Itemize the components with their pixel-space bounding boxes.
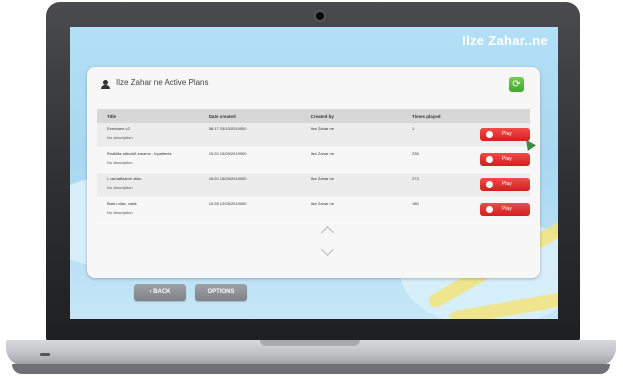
table-row[interactable]: Realitās stāvoklī-zarams - Inpatients No …: [97, 147, 530, 173]
row-action-cell: Play: [470, 123, 530, 148]
scroll-up-icon[interactable]: [321, 226, 334, 239]
row-title-cell: Exercises v2 No description: [97, 123, 199, 148]
user-icon: [101, 80, 110, 89]
row-date: 10:28 12/05/2019000: [198, 197, 301, 223]
screen: Ilze Zahar..ne Ilze Zahar ne Active Plan…: [70, 27, 558, 319]
play-label: Play: [502, 156, 512, 162]
row-action-cell: Play: [470, 147, 530, 173]
play-button[interactable]: Play: [480, 128, 530, 141]
scroll-down-icon[interactable]: [321, 243, 334, 256]
webcam-icon: [316, 12, 324, 20]
row-date: 08:17 03/10/2019000: [198, 123, 301, 148]
play-icon: [486, 131, 493, 138]
table-header-row: Title Date created Created by Times play…: [97, 109, 530, 123]
play-label: Play: [502, 181, 512, 187]
plans-table: Title Date created Created by Times play…: [97, 109, 530, 223]
row-title-cell: Realitās stāvoklī-zarams - Inpatients No …: [97, 147, 199, 173]
status-led-icon: [40, 353, 50, 356]
row-created-by: Ilze Zahar ne: [300, 147, 403, 173]
back-button[interactable]: ‹ BACK: [134, 284, 186, 301]
row-created-by: Ilze Zahar ne: [300, 123, 403, 148]
row-subtitle: No description: [107, 210, 133, 215]
row-title: Realitās stāvoklī-zarams - Inpatients: [107, 151, 172, 156]
play-button[interactable]: Play: [480, 153, 530, 166]
row-title: Bartu ollav, vairā: [107, 201, 137, 206]
row-date: 15:20 15/09/2019000: [198, 147, 301, 173]
panel-header: Ilze Zahar ne Active Plans ⟳: [87, 67, 540, 101]
row-action-cell: Play: [470, 197, 530, 223]
row-title: L usmathlame ollav: [107, 176, 142, 181]
table-row[interactable]: Exercises v2 No description 08:17 03/10/2…: [97, 123, 530, 148]
column-header-created-by: Created by: [300, 109, 403, 123]
laptop-hinge-notch: [260, 340, 360, 346]
row-times-played: 273: [402, 172, 470, 198]
column-header-action: [470, 109, 530, 123]
row-date: 15:20 15/05/2019000: [198, 172, 301, 198]
table-row[interactable]: Bartu ollav, vairā No description 10:28 1…: [97, 197, 530, 223]
row-subtitle: No description: [107, 185, 133, 190]
play-label: Play: [502, 206, 512, 212]
row-times-played: 1: [402, 123, 470, 148]
row-times-played: 180: [402, 197, 470, 223]
table-row[interactable]: L usmathlame ollav No description 15:20 1…: [97, 172, 530, 198]
play-label: Play: [502, 131, 512, 137]
brand-logo: Ilze Zahar..ne: [462, 33, 548, 48]
row-subtitle: No description: [107, 160, 133, 165]
row-subtitle: No description: [107, 135, 133, 140]
column-header-title: Title: [97, 109, 199, 123]
column-header-date: Date created: [198, 109, 301, 123]
active-plans-panel: Ilze Zahar ne Active Plans ⟳ Title Date …: [87, 67, 540, 278]
refresh-button[interactable]: ⟳: [509, 77, 524, 92]
panel-title: Ilze Zahar ne Active Plans: [116, 78, 209, 87]
column-header-times-played: Times played: [402, 109, 470, 123]
play-button[interactable]: Play: [480, 203, 530, 216]
row-title-cell: L usmathlame ollav No description: [97, 172, 199, 198]
row-created-by: Ilze Zahar ne: [300, 197, 403, 223]
options-button[interactable]: OPTIONS: [195, 284, 247, 301]
play-button[interactable]: Play: [480, 178, 530, 191]
laptop-base-shadow: [12, 364, 610, 374]
row-times-played: 235: [402, 147, 470, 173]
refresh-icon: ⟳: [512, 79, 521, 90]
row-action-cell: Play: [470, 172, 530, 198]
play-icon: [486, 181, 493, 188]
row-title-cell: Bartu ollav, vairā No description: [97, 197, 199, 223]
row-created-by: Ilze Zahar ne: [300, 172, 403, 198]
play-icon: [486, 206, 493, 213]
play-icon: [486, 156, 493, 163]
row-title: Exercises v2: [107, 126, 130, 131]
